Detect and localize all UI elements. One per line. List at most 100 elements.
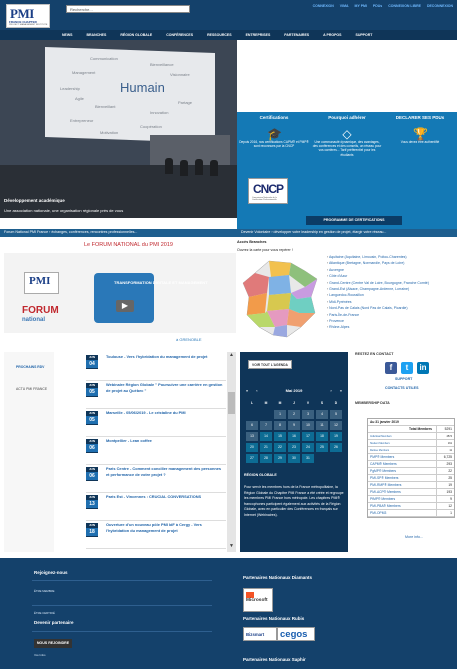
- calendar-day[interactable]: 12: [330, 421, 342, 430]
- tab-prochains-rdv[interactable]: PROCHAINS RDV: [4, 358, 54, 376]
- stat-label[interactable]: PMI-RMP® Members: [368, 482, 436, 488]
- calendar-day[interactable]: 26: [330, 443, 342, 452]
- breadcrumb-volunteer[interactable]: Devenir Volontaire › développer votre le…: [241, 230, 386, 234]
- next-month-icon[interactable]: ›: [330, 388, 331, 393]
- calendar-day[interactable]: 11: [316, 421, 328, 430]
- calendar-day[interactable]: 23: [288, 443, 300, 452]
- event-title[interactable]: Toulouse - Vers l'hybridation du managem…: [106, 354, 224, 360]
- scroll-down-icon[interactable]: ▼: [227, 543, 236, 552]
- nav-item[interactable]: CONFÉRENCES: [166, 33, 193, 37]
- play-icon[interactable]: ▶: [116, 300, 134, 312]
- top-link[interactable]: MY PMI: [355, 4, 367, 8]
- stat-label[interactable]: PMI-PBA® Members: [368, 503, 436, 509]
- prev-month-icon[interactable]: ‹: [256, 388, 257, 393]
- nav-item[interactable]: SUPPORT: [355, 33, 372, 37]
- calendar-day[interactable]: 5: [330, 410, 342, 419]
- event-item[interactable]: JUN 06 Paris Centre - Comment concilier ma…: [86, 465, 226, 493]
- calendar-day[interactable]: 17: [302, 432, 314, 441]
- top-link[interactable]: PDUs: [373, 4, 382, 8]
- support-link[interactable]: SUPPORT: [395, 377, 412, 381]
- top-link[interactable]: CONNEXION LIBRE: [388, 4, 421, 8]
- calendar-day[interactable]: 10: [302, 421, 314, 430]
- top-link[interactable]: CONNEXION: [313, 4, 334, 8]
- calendar-day[interactable]: 19: [330, 432, 342, 441]
- nav-item[interactable]: RESSOURCES: [207, 33, 232, 37]
- calendar-day[interactable]: 27: [246, 454, 258, 463]
- event-item[interactable]: JUN 05 Marseille - 05/06/2019 - Le cristal…: [86, 409, 226, 437]
- stat-label[interactable]: CAPM® Members: [368, 461, 436, 467]
- calendar-day[interactable]: 20: [246, 443, 258, 452]
- nav-item[interactable]: BRANCHES: [87, 33, 107, 37]
- calendar-day[interactable]: 7: [260, 421, 272, 430]
- calendar-day[interactable]: 14: [260, 432, 272, 441]
- forum-banner[interactable]: Le FORUM NATIONAL du PMI 2019 PMI FORUM …: [4, 240, 236, 348]
- calendar-day[interactable]: 6: [246, 421, 258, 430]
- breadcrumb-forum[interactable]: Forum National PMI France › échanges, co…: [4, 230, 137, 234]
- more-info-link[interactable]: More info...: [405, 535, 423, 539]
- event-title[interactable]: Paris Est - Vincennes : CRUCIAL CONVERSA…: [106, 494, 224, 500]
- next-year-icon[interactable]: »: [340, 388, 342, 393]
- calendar-day[interactable]: 25: [316, 443, 328, 452]
- search-input[interactable]: Recherche...: [66, 5, 190, 13]
- tab-actu-pmi[interactable]: ACTU PMI FRANCE: [4, 380, 54, 398]
- stat-label[interactable]: PMI-ACP® Members: [368, 489, 436, 495]
- calendar-day[interactable]: 21: [260, 443, 272, 452]
- calendar-day[interactable]: 1: [274, 410, 286, 419]
- calendar-day[interactable]: 24: [302, 443, 314, 452]
- calendar-day[interactable]: 18: [316, 432, 328, 441]
- calendar-day[interactable]: 31: [302, 454, 314, 463]
- calendar-day[interactable]: 15: [274, 432, 286, 441]
- prev-year-icon[interactable]: «: [246, 388, 248, 393]
- nav-item[interactable]: NEWS: [62, 33, 73, 37]
- cegos-logo[interactable]: cegos: [277, 627, 315, 641]
- calendar-day[interactable]: 2: [288, 410, 300, 419]
- calendar-day[interactable]: 13: [246, 432, 258, 441]
- event-item[interactable]: JUN 04 Toulouse - Vers l'hybridation du ma…: [86, 353, 226, 381]
- scroll-up-icon[interactable]: ▲: [227, 352, 236, 361]
- scroll-thumb[interactable]: [228, 392, 235, 414]
- nav-item[interactable]: A PROPOS: [323, 33, 341, 37]
- certifications-button[interactable]: PROGRAMME DE CERTIFICATIONS: [306, 216, 402, 225]
- footer-small-link[interactable]: Vos Infos: [34, 653, 46, 657]
- stat-label[interactable]: PgMP® Members: [368, 468, 436, 474]
- view-agenda-button[interactable]: VOIR TOUT L'AGENDA: [248, 360, 292, 369]
- stat-label[interactable]: PMI-OPM3: [368, 510, 436, 516]
- calendar-day[interactable]: 22: [274, 443, 286, 452]
- events-scrollbar[interactable]: ▲ ▼: [227, 352, 236, 552]
- nav-item[interactable]: RÉGION GLOBALE: [120, 33, 152, 37]
- forum-video-thumb[interactable]: PMI FORUM national TRANSFORMATION DIGITA…: [4, 253, 236, 342]
- stat-label[interactable]: PfMP® Members: [368, 496, 436, 502]
- calendar-day[interactable]: 30: [288, 454, 300, 463]
- footer-link-membre[interactable]: ÊTRE MEMBRE: [34, 589, 55, 593]
- event-title[interactable]: Montpellier - Lean coffee: [106, 438, 224, 444]
- event-item[interactable]: JUN 06 Montpellier - Lean coffee: [86, 437, 226, 465]
- join-button[interactable]: NOUS REJOINDRE: [34, 639, 72, 648]
- nav-item[interactable]: ENTREPRISES: [246, 33, 271, 37]
- nav-item[interactable]: PARTENAIRES: [284, 33, 309, 37]
- top-link[interactable]: VIMA: [340, 4, 349, 8]
- event-title[interactable]: Webinaire Région Globale " Poursuivre un…: [106, 382, 224, 394]
- region-link[interactable]: Rhône-Alpes: [327, 324, 457, 330]
- event-item[interactable]: JUN 05 Webinaire Région Globale " Poursuiv…: [86, 381, 226, 409]
- calendar-day[interactable]: 28: [260, 454, 272, 463]
- event-title[interactable]: Ouverture d'un nouveau pôle PMI IdF à Ce…: [106, 522, 224, 534]
- facebook-icon[interactable]: f: [385, 362, 397, 374]
- top-link[interactable]: DECONNEXION: [427, 4, 453, 8]
- calendar-day[interactable]: 29: [274, 454, 286, 463]
- stat-label[interactable]: PMI-SP® Members: [368, 475, 436, 481]
- event-item[interactable]: JUN 18 Ouverture d'un nouveau pôle PMI IdF…: [86, 521, 226, 549]
- microsoft-logo[interactable]: Microsoft: [243, 588, 273, 612]
- calendar-day[interactable]: 4: [316, 410, 328, 419]
- linkedin-icon[interactable]: in: [417, 362, 429, 374]
- event-title[interactable]: Paris Centre - Comment concilier managem…: [106, 466, 224, 478]
- twitter-icon[interactable]: t: [401, 362, 413, 374]
- hero-image[interactable]: Communication Bienveillance Management V…: [0, 40, 237, 218]
- calendar-day[interactable]: 16: [288, 432, 300, 441]
- calendar-day[interactable]: 8: [274, 421, 286, 430]
- event-item[interactable]: JUN 13 Paris Est - Vincennes : CRUCIAL CON…: [86, 493, 226, 521]
- calendar-day[interactable]: 9: [288, 421, 300, 430]
- france-map[interactable]: [239, 257, 323, 341]
- pmi-logo[interactable]: PMI FRANCE CHAPTER PROJECT MANAGEMENT IN…: [6, 4, 50, 28]
- event-title[interactable]: Marseille - 05/06/2019 - Le cristaline d…: [106, 410, 224, 416]
- calendar-day[interactable]: 3: [302, 410, 314, 419]
